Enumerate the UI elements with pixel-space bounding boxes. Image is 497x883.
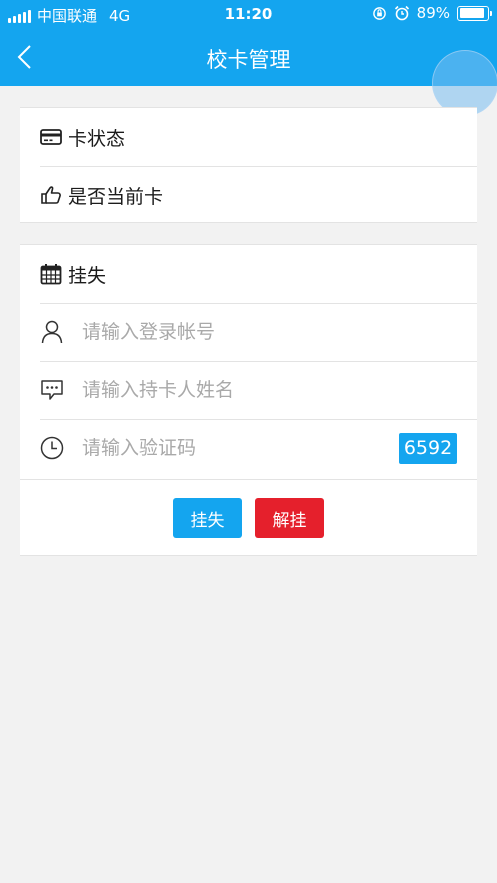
cardholder-row: [20, 361, 477, 419]
current-card-row[interactable]: 是否当前卡: [20, 166, 477, 224]
battery-percent: 89%: [416, 4, 450, 22]
verify-code-input[interactable]: [82, 437, 362, 459]
rotation-lock-icon: [372, 6, 386, 20]
credit-card-icon: [40, 126, 62, 148]
report-loss-header-row: 挂失: [20, 245, 477, 303]
page-title: 校卡管理: [206, 48, 291, 72]
calendar-icon: [40, 263, 62, 285]
captcha-code[interactable]: 6592: [399, 433, 457, 464]
account-row: [20, 303, 477, 361]
unreport-button[interactable]: 解挂: [255, 498, 324, 538]
account-input[interactable]: [82, 321, 382, 343]
card-status-row[interactable]: 卡状态: [20, 108, 477, 166]
verify-code-row: 6592: [20, 419, 477, 477]
current-card-label: 是否当前卡: [68, 185, 164, 208]
clock-icon: [40, 436, 64, 460]
battery-fill: [459, 8, 484, 18]
report-loss-label: 挂失: [68, 264, 107, 287]
status-bar: 中国联通 4G 11:20 89%: [0, 0, 497, 28]
cardholder-name-input[interactable]: [82, 379, 382, 401]
chat-bubble-icon: [40, 378, 64, 402]
user-icon: [40, 320, 64, 344]
thumbs-up-icon: [40, 184, 62, 206]
report-loss-section: 挂失 6592 挂: [20, 244, 477, 556]
battery-icon: [457, 5, 492, 21]
status-right: 89%: [372, 4, 492, 22]
alarm-icon: [394, 5, 409, 21]
card-status-label: 卡状态: [68, 127, 126, 150]
report-loss-button[interactable]: 挂失: [173, 498, 242, 538]
action-buttons: 挂失 解挂: [20, 479, 477, 557]
card-info-section: 卡状态 是否当前卡: [20, 107, 477, 223]
app-header: 中国联通 4G 11:20 89% 校卡管理: [0, 0, 497, 86]
